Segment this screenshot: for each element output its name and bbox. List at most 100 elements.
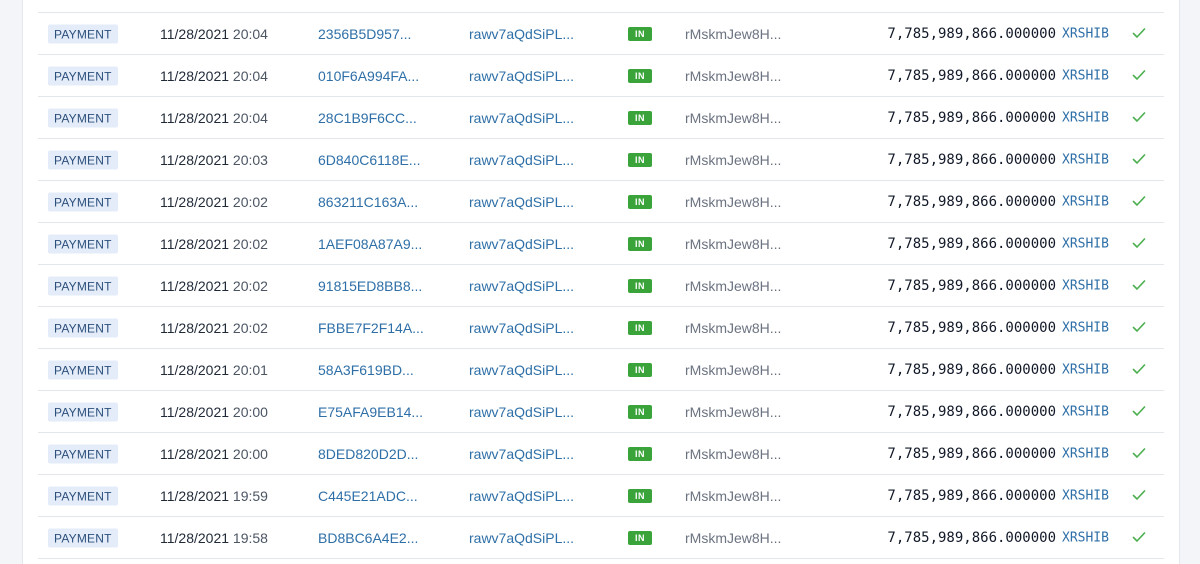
transaction-hash-link[interactable]: C445E21ADC... xyxy=(318,488,418,504)
transaction-date: 11/28/2021 20:02 xyxy=(160,278,268,294)
transaction-type-badge: PAYMENT xyxy=(48,108,118,127)
transaction-hash-link[interactable]: 010F6A994FA... xyxy=(318,68,419,84)
transaction-date-day: 11/28/2021 xyxy=(160,193,230,210)
table-row[interactable]: PAYMENT 11/28/2021 20:00 E75AFA9EB14... … xyxy=(38,391,1164,433)
transaction-hash-link[interactable]: 58A3F619BD... xyxy=(318,362,414,378)
sender-account-link[interactable]: rawv7aQdSiPL... xyxy=(469,194,574,210)
transaction-amount: 7,785,989,866.000000 xyxy=(887,67,1056,84)
direction-badge: IN xyxy=(628,530,652,545)
currency-link[interactable]: XRSHIB xyxy=(1062,68,1109,83)
currency-link[interactable]: XRSHIB xyxy=(1062,194,1109,209)
transaction-time: 20:00 xyxy=(232,445,268,462)
transaction-hash-link[interactable]: 863211C163A... xyxy=(318,194,418,210)
currency-link[interactable]: XRSHIB xyxy=(1062,446,1109,461)
transaction-date-day: 11/28/2021 xyxy=(160,445,230,462)
direction-badge: IN xyxy=(628,194,652,209)
sender-account-link[interactable]: rawv7aQdSiPL... xyxy=(469,362,574,378)
transaction-hash-link[interactable]: 91815ED8BB8... xyxy=(318,278,422,294)
currency-link[interactable]: XRSHIB xyxy=(1062,320,1109,335)
transaction-hash-link[interactable]: 6D840C6118E... xyxy=(318,152,420,168)
transaction-amount: 7,785,989,866.000000 xyxy=(887,361,1056,378)
receiver-account: rMskmJew8H... xyxy=(685,67,782,84)
checkmark-icon xyxy=(1132,363,1148,377)
transaction-type-badge: PAYMENT xyxy=(48,486,118,505)
direction-badge: IN xyxy=(628,488,652,503)
transaction-date: 11/28/2021 20:04 xyxy=(160,110,268,126)
table-row[interactable]: PAYMENT 11/28/2021 19:59 C445E21ADC... r… xyxy=(38,475,1164,517)
table-row[interactable]: PAYMENT 11/28/2021 20:02 91815ED8BB8... … xyxy=(38,265,1164,307)
sender-account-link[interactable]: rawv7aQdSiPL... xyxy=(469,26,574,42)
currency-link[interactable]: XRSHIB xyxy=(1062,26,1109,41)
direction-badge: IN xyxy=(628,26,652,41)
transaction-date: 11/28/2021 20:04 xyxy=(160,26,268,42)
transaction-date: 11/28/2021 19:58 xyxy=(160,530,268,546)
transaction-date-day: 11/28/2021 xyxy=(160,403,230,420)
checkmark-icon xyxy=(1132,111,1148,125)
table-row[interactable]: PAYMENT 11/28/2021 20:01 58A3F619BD... r… xyxy=(38,349,1164,391)
sender-account-link[interactable]: rawv7aQdSiPL... xyxy=(469,236,574,252)
sender-account-link[interactable]: rawv7aQdSiPL... xyxy=(469,278,574,294)
transaction-date: 11/28/2021 20:04 xyxy=(160,68,268,84)
table-row[interactable]: PAYMENT 11/28/2021 20:02 1AEF08A87A9... … xyxy=(38,223,1164,265)
transaction-time: 19:58 xyxy=(232,529,268,546)
table-row[interactable]: PAYMENT 11/28/2021 20:00 8DED820D2D... r… xyxy=(38,433,1164,475)
receiver-account: rMskmJew8H... xyxy=(685,277,782,294)
transaction-date-day: 11/28/2021 xyxy=(160,25,230,42)
table-row[interactable]: PAYMENT 11/28/2021 20:04 010F6A994FA... … xyxy=(38,55,1164,97)
checkmark-icon xyxy=(1132,237,1148,251)
sender-account-link[interactable]: rawv7aQdSiPL... xyxy=(469,530,574,546)
table-row[interactable]: PAYMENT 11/28/2021 20:02 FBBE7F2F14A... … xyxy=(38,307,1164,349)
sender-account-link[interactable]: rawv7aQdSiPL... xyxy=(469,68,574,84)
sender-account-link[interactable]: rawv7aQdSiPL... xyxy=(469,110,574,126)
transaction-type-badge: PAYMENT xyxy=(48,360,118,379)
transaction-time: 20:04 xyxy=(232,25,268,42)
currency-link[interactable]: XRSHIB xyxy=(1062,152,1109,167)
direction-badge: IN xyxy=(628,320,652,335)
direction-badge: IN xyxy=(628,278,652,293)
sender-account-link[interactable]: rawv7aQdSiPL... xyxy=(469,404,574,420)
transaction-time: 20:02 xyxy=(232,235,268,252)
transaction-hash-link[interactable]: E75AFA9EB14... xyxy=(318,404,423,420)
table-row[interactable]: PAYMENT 11/28/2021 20:02 863211C163A... … xyxy=(38,181,1164,223)
table-row[interactable]: PAYMENT 11/28/2021 19:58 BD8BC6A4E2... r… xyxy=(38,517,1164,559)
transaction-amount: 7,785,989,866.000000 xyxy=(887,25,1056,42)
sender-account-link[interactable]: rawv7aQdSiPL... xyxy=(469,152,574,168)
currency-link[interactable]: XRSHIB xyxy=(1062,110,1109,125)
currency-link[interactable]: XRSHIB xyxy=(1062,362,1109,377)
table-row-partial xyxy=(38,0,1164,13)
sender-account-link[interactable]: rawv7aQdSiPL... xyxy=(469,488,574,504)
sender-account-link[interactable]: rawv7aQdSiPL... xyxy=(469,320,574,336)
transaction-time: 20:02 xyxy=(232,277,268,294)
transaction-hash-link[interactable]: 28C1B9F6CC... xyxy=(318,110,417,126)
transaction-hash-link[interactable]: FBBE7F2F14A... xyxy=(318,320,424,336)
transaction-type-badge: PAYMENT xyxy=(48,66,118,85)
transaction-amount: 7,785,989,866.000000 xyxy=(887,235,1056,252)
table-row[interactable]: PAYMENT 11/28/2021 20:04 2356B5D957... r… xyxy=(38,13,1164,55)
currency-link[interactable]: XRSHIB xyxy=(1062,404,1109,419)
direction-badge: IN xyxy=(628,152,652,167)
currency-link[interactable]: XRSHIB xyxy=(1062,236,1109,251)
receiver-account: rMskmJew8H... xyxy=(685,193,782,210)
table-row[interactable]: PAYMENT 11/28/2021 20:04 28C1B9F6CC... r… xyxy=(38,97,1164,139)
checkmark-icon xyxy=(1132,321,1148,335)
checkmark-icon xyxy=(1132,405,1148,419)
direction-badge: IN xyxy=(628,110,652,125)
transaction-date-day: 11/28/2021 xyxy=(160,235,230,252)
direction-badge: IN xyxy=(628,68,652,83)
transaction-date: 11/28/2021 20:02 xyxy=(160,194,268,210)
currency-link[interactable]: XRSHIB xyxy=(1062,530,1109,545)
transaction-hash-link[interactable]: 8DED820D2D... xyxy=(318,446,418,462)
receiver-account: rMskmJew8H... xyxy=(685,529,782,546)
currency-link[interactable]: XRSHIB xyxy=(1062,488,1109,503)
table-row[interactable]: PAYMENT 11/28/2021 20:03 6D840C6118E... … xyxy=(38,139,1164,181)
direction-badge: IN xyxy=(628,362,652,377)
sender-account-link[interactable]: rawv7aQdSiPL... xyxy=(469,446,574,462)
receiver-account: rMskmJew8H... xyxy=(685,403,782,420)
receiver-account: rMskmJew8H... xyxy=(685,235,782,252)
currency-link[interactable]: XRSHIB xyxy=(1062,278,1109,293)
transaction-hash-link[interactable]: 1AEF08A87A9... xyxy=(318,236,422,252)
transaction-hash-link[interactable]: BD8BC6A4E2... xyxy=(318,530,418,546)
transaction-hash-link[interactable]: 2356B5D957... xyxy=(318,26,411,42)
transaction-type-badge: PAYMENT xyxy=(48,150,118,169)
transaction-time: 20:02 xyxy=(232,319,268,336)
